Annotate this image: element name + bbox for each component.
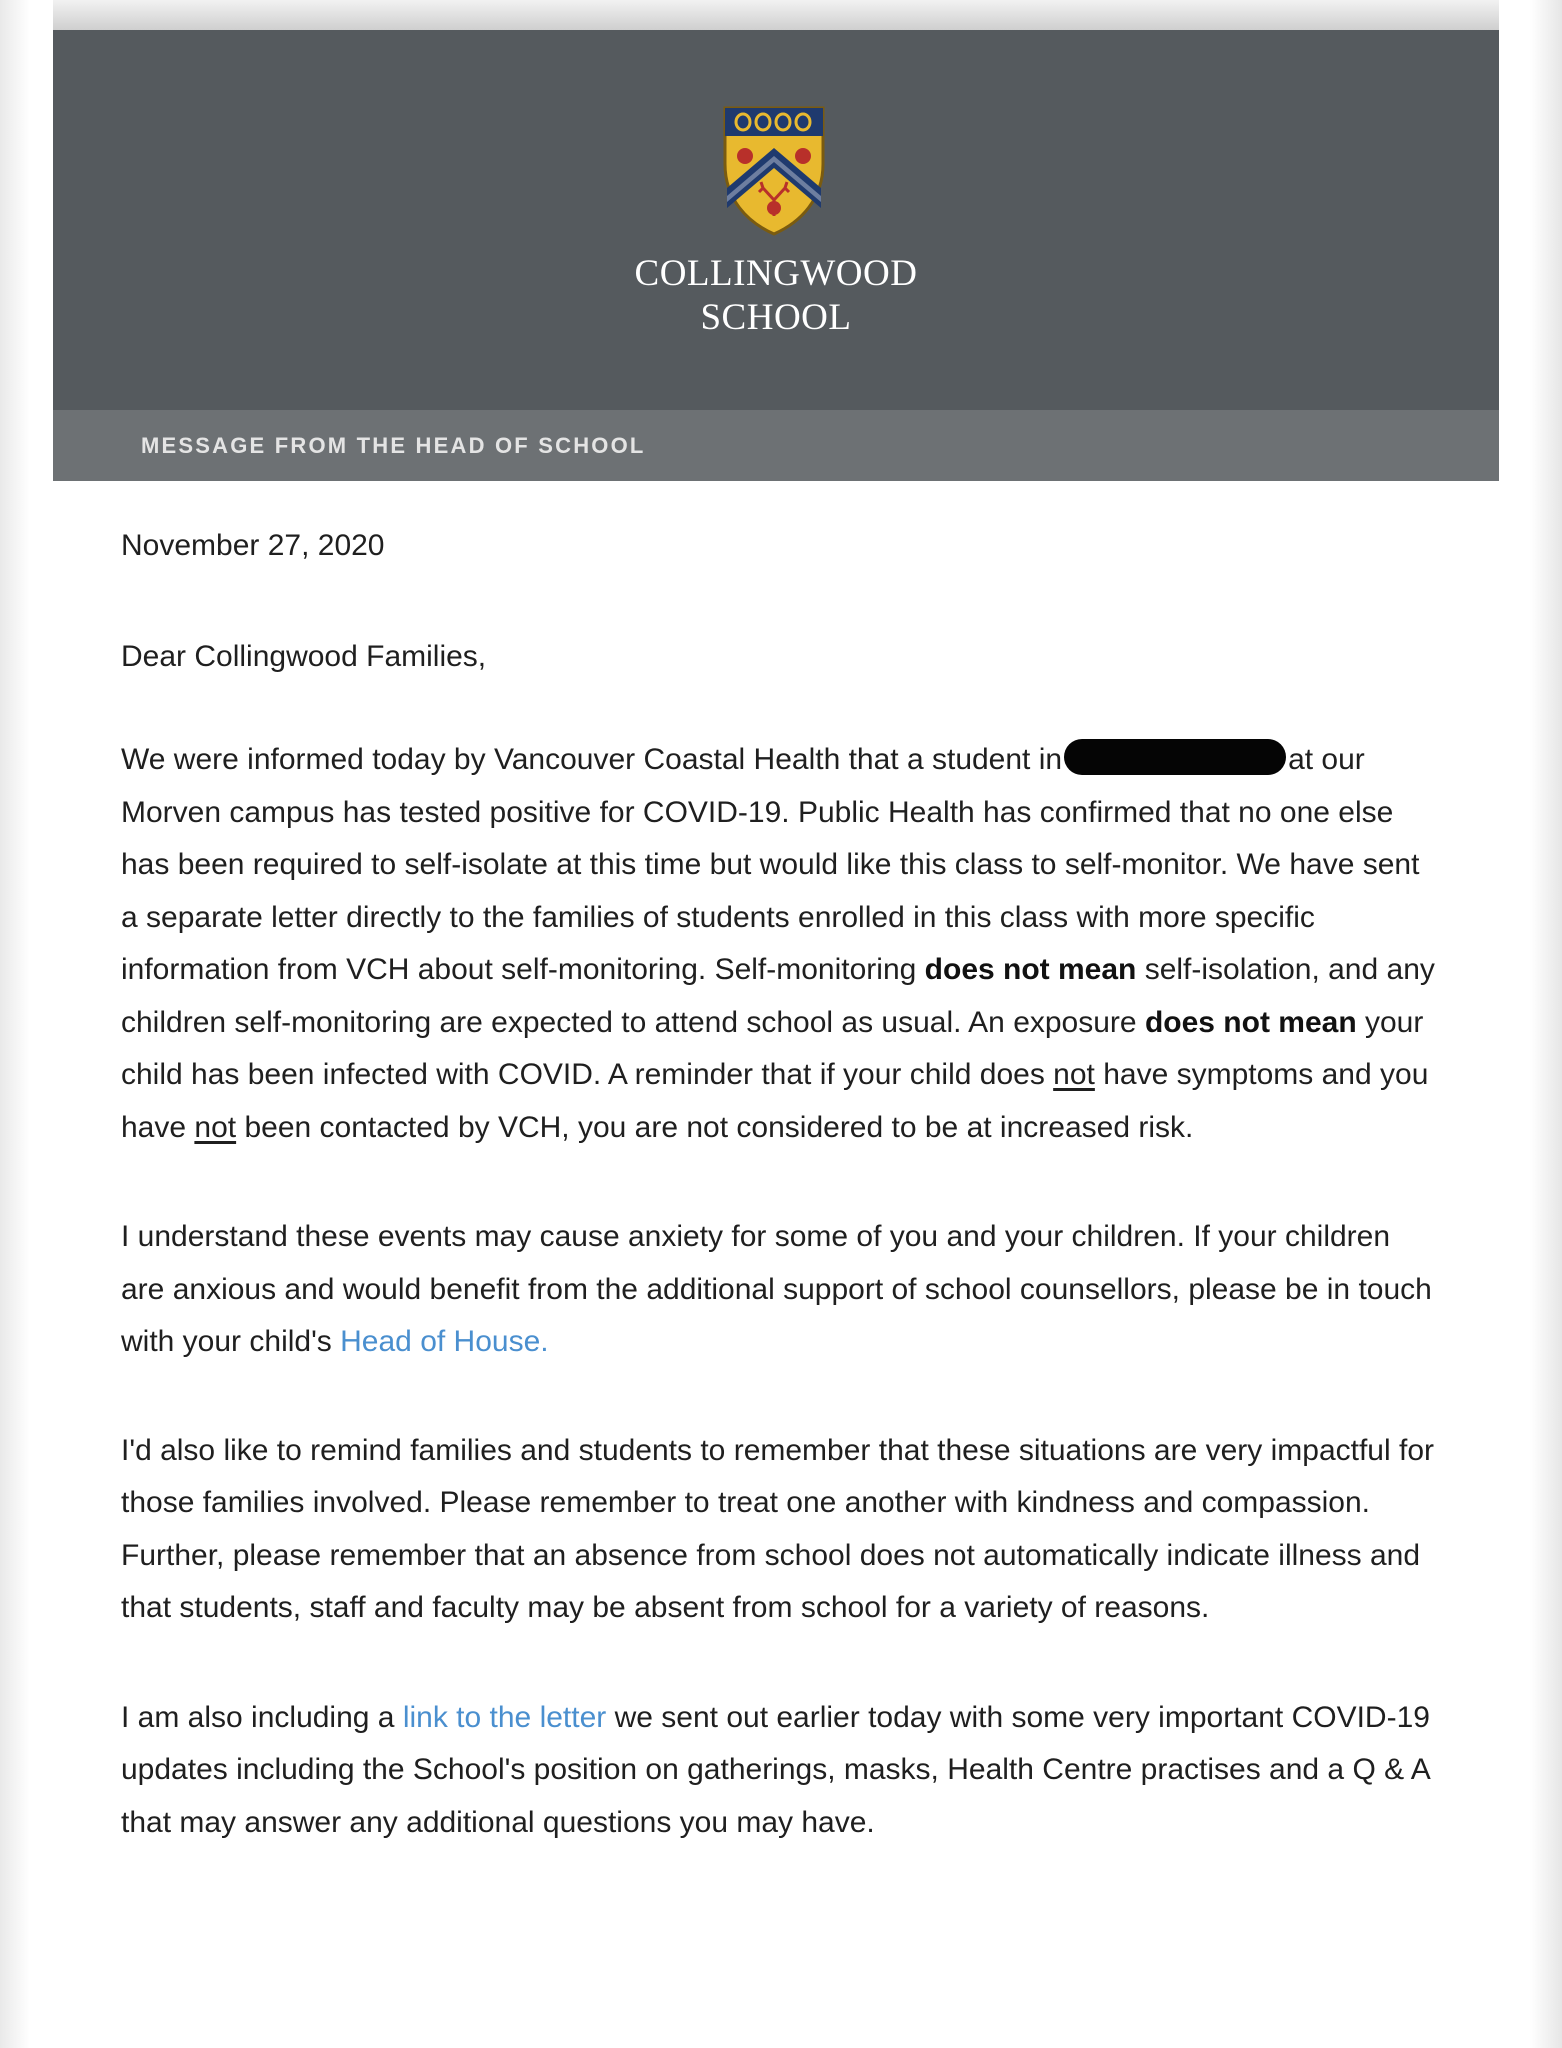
letter-date: November 27, 2020 — [121, 529, 385, 562]
p1-text-a: We were informed today by Vancouver Coas… — [121, 743, 1063, 776]
p1-text-b: at our Morven campus has tested positive… — [121, 743, 1420, 986]
p1-bold-2: does not mean — [1144, 1005, 1357, 1039]
paragraph-4: I am also including a link to the letter… — [121, 1692, 1441, 1850]
letter-body: November 27, 2020 Dear Collingwood Famil… — [121, 520, 1441, 1906]
p4-text-a: I am also including a — [121, 1700, 403, 1734]
letter-link[interactable]: link to the letter — [403, 1701, 606, 1734]
school-name: COLLINGWOOD SCHOOL — [53, 252, 1499, 340]
school-name-line1: COLLINGWOOD — [634, 253, 918, 294]
letter-greeting: Dear Collingwood Families, — [121, 639, 487, 673]
subheader-title: MESSAGE FROM THE HEAD OF SCHOOL — [141, 433, 646, 458]
redaction-mark — [1064, 739, 1287, 775]
head-of-house-link[interactable]: Head of House. — [340, 1325, 548, 1358]
school-name-line2: SCHOOL — [700, 297, 852, 338]
p1-underline-1: not — [1053, 1058, 1095, 1091]
p2-text-a: I understand these events may cause anxi… — [121, 1220, 1432, 1358]
paragraph-2: I understand these events may cause anxi… — [121, 1211, 1441, 1369]
paragraph-1: We were informed today by Vancouver Coas… — [121, 734, 1441, 1154]
p1-underline-2: not — [194, 1110, 237, 1144]
school-crest-icon — [723, 106, 825, 236]
subheader-bar: MESSAGE FROM THE HEAD OF SCHOOL — [53, 410, 1499, 481]
p1-text-f: been contacted by VCH, you are not consi… — [236, 1110, 1194, 1144]
top-edge-strip — [53, 0, 1499, 30]
p1-bold-1: does not mean — [924, 953, 1137, 986]
paragraph-3: I'd also like to remind families and stu… — [121, 1433, 1434, 1625]
